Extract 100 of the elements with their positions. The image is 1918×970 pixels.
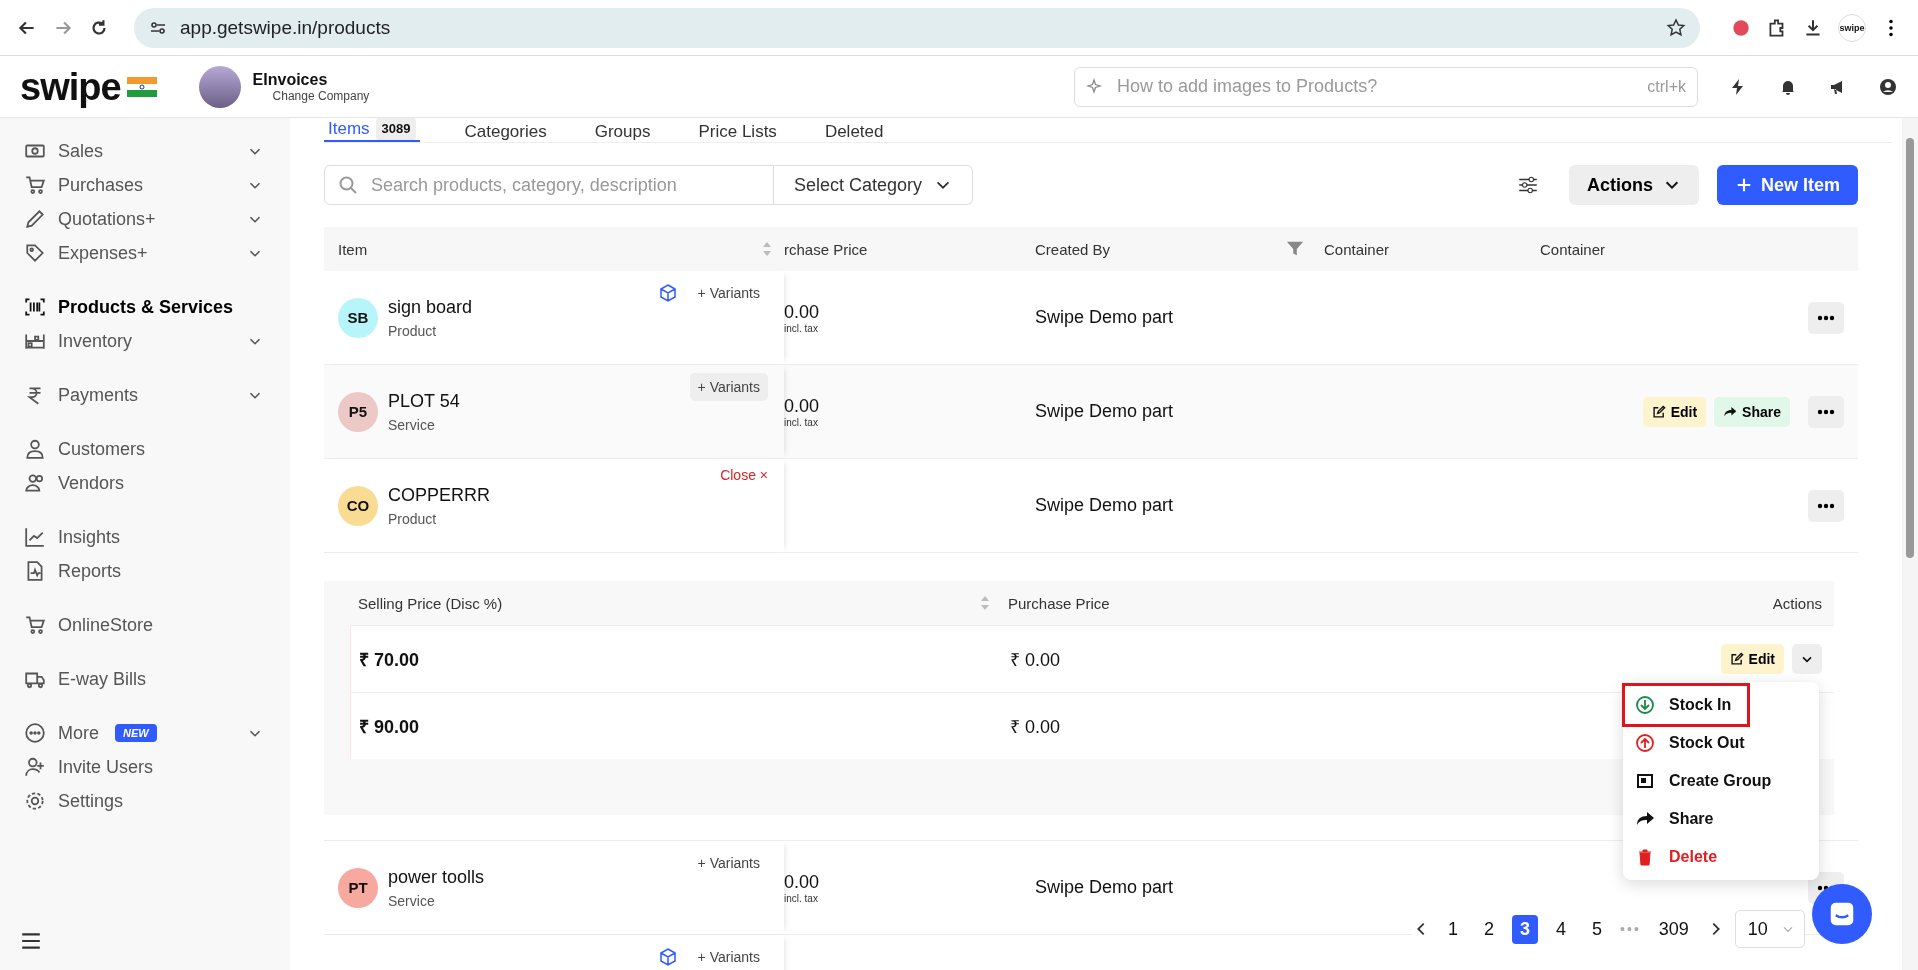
menu-item[interactable]: Stock Out xyxy=(1625,724,1817,762)
add-variants-button[interactable]: + Variants xyxy=(689,279,768,307)
sidebar-item[interactable]: Expenses+ xyxy=(24,236,290,270)
dots-icon xyxy=(24,722,46,744)
item-type: Service xyxy=(388,416,436,433)
arrow-up-circle-icon xyxy=(1635,733,1655,753)
count-badge: 3089 xyxy=(375,118,417,140)
tab[interactable]: Deleted xyxy=(820,122,888,142)
sidebar-item[interactable]: E-way Bills xyxy=(24,662,290,696)
page-size-select[interactable]: 10 xyxy=(1734,910,1805,948)
purchase-price: 0.00 xyxy=(784,871,821,893)
cube-icon[interactable] xyxy=(657,283,678,303)
menu-item[interactable]: Stock In xyxy=(1625,686,1747,724)
users-icon xyxy=(24,472,46,494)
sidebar-item[interactable]: Settings xyxy=(24,784,290,818)
pencil-icon xyxy=(24,208,46,230)
sliders-icon[interactable] xyxy=(1516,174,1539,196)
add-variants-button[interactable]: + Variants xyxy=(689,373,768,401)
cube-icon[interactable] xyxy=(657,947,678,967)
edit-icon xyxy=(1729,652,1744,666)
page-number[interactable]: 1 xyxy=(1440,914,1466,944)
page-number[interactable]: 309 xyxy=(1650,914,1697,944)
sidebar-item[interactable]: Purchases xyxy=(24,168,290,202)
column-header: Selling Price (Disc %) xyxy=(358,594,503,612)
gear-icon xyxy=(24,790,46,812)
user-icon xyxy=(24,438,46,460)
tab[interactable]: Groups xyxy=(590,122,655,142)
item-type: Service xyxy=(388,892,436,909)
initials-avatar: P5 xyxy=(338,391,378,432)
sidebar-item[interactable]: Insights xyxy=(24,520,290,554)
menu-item[interactable]: Share xyxy=(1625,800,1817,838)
add-variants-button[interactable]: + Variants xyxy=(689,943,768,970)
tab[interactable]: Items 3089 xyxy=(324,118,421,142)
more-options-button[interactable] xyxy=(1808,301,1844,334)
new-badge: NEW xyxy=(115,724,157,742)
address-bar[interactable]: app.getswipe.in/products xyxy=(134,7,1700,48)
sidebar-item[interactable]: Sales xyxy=(24,134,290,168)
item-name[interactable]: sign board xyxy=(388,296,473,318)
initials-avatar: SB xyxy=(338,297,378,338)
purchase-price: 0.00 xyxy=(784,301,821,323)
sidebar-item[interactable]: Reports xyxy=(24,554,290,588)
sidebar-item[interactable]: Customers xyxy=(24,432,290,466)
change-company-link[interactable]: Change Company xyxy=(272,88,370,103)
item-name[interactable]: PLOT 54 xyxy=(388,390,460,412)
page-number[interactable]: 4 xyxy=(1548,914,1575,944)
add-variants-button[interactable]: + Variants xyxy=(689,849,768,877)
edit-button[interactable]: Edit xyxy=(1642,396,1707,427)
column-header: Purchase Price xyxy=(1008,594,1111,612)
sidebar-item[interactable]: Inventory xyxy=(24,324,290,358)
user-icon[interactable] xyxy=(1878,76,1898,97)
sidebar-item[interactable]: Payments xyxy=(24,378,290,412)
edit-icon xyxy=(1651,404,1666,419)
item-name[interactable]: power toolls xyxy=(388,866,485,888)
sidebar-item[interactable]: OnlineStore xyxy=(24,608,290,642)
sidebar-item[interactable]: More NEW xyxy=(24,716,290,750)
close-variants-link[interactable]: Close × xyxy=(720,467,768,483)
filter-icon[interactable] xyxy=(1286,240,1304,258)
selling-price-cell-text: ₹ 70.00 xyxy=(359,649,421,671)
more-options-button[interactable] xyxy=(1808,395,1844,428)
item-name[interactable]: COPPERRR xyxy=(388,484,490,506)
created-by-cell: Swipe Demo part xyxy=(1035,877,1174,897)
page-number[interactable]: 3 xyxy=(1512,914,1539,944)
ellipsis: ••• xyxy=(1620,921,1641,937)
logo-text[interactable]: swipe xyxy=(20,67,121,106)
cart-icon xyxy=(24,174,46,196)
scrollbar-thumb[interactable] xyxy=(1906,138,1914,558)
barcode-icon xyxy=(24,296,46,318)
star-icon[interactable] xyxy=(1666,17,1686,38)
new-item-button[interactable]: New Item xyxy=(1716,165,1858,205)
sidebar-item[interactable]: Invite Users xyxy=(24,750,290,784)
menu-icon[interactable] xyxy=(20,930,42,952)
actions-button[interactable]: Actions xyxy=(1568,165,1699,205)
sidebar-item[interactable]: Quotations+ xyxy=(24,202,290,236)
purchase-price-cell-text: ₹ 0.00 xyxy=(1010,649,1062,671)
tab[interactable]: Categories xyxy=(460,122,551,142)
menu-item[interactable]: Delete xyxy=(1625,838,1817,876)
category-select[interactable]: Select Category xyxy=(774,165,974,205)
more-dots-icon xyxy=(1816,314,1836,321)
sidebar-item[interactable]: Vendors xyxy=(24,466,290,500)
sidebar-item[interactable]: Products & Services xyxy=(24,290,290,324)
tax-note: incl. tax xyxy=(784,322,819,334)
chart-icon xyxy=(24,526,46,548)
more-dots-icon xyxy=(1816,502,1836,509)
page-number[interactable]: 5 xyxy=(1584,914,1611,944)
shortcut-hint: ctrl+k xyxy=(1647,77,1686,96)
tax-note: incl. tax xyxy=(784,892,819,904)
menu-item[interactable]: Create Group xyxy=(1625,762,1817,800)
arrow-down-circle-icon xyxy=(1635,695,1655,715)
dropdown-toggle-button[interactable] xyxy=(1792,644,1822,674)
product-search-field[interactable]: Search products, category, description xyxy=(324,165,774,205)
item-type: Product xyxy=(388,322,438,339)
tab[interactable]: Price Lists xyxy=(694,122,781,142)
more-options-button[interactable] xyxy=(1808,489,1844,522)
selling-price-cell-text: ₹ 90.00 xyxy=(359,716,421,738)
page-number[interactable]: 2 xyxy=(1476,914,1503,944)
search-icon xyxy=(338,175,358,195)
initials-avatar: PT xyxy=(338,867,378,908)
share-button[interactable]: Share xyxy=(1714,396,1790,427)
edit-button[interactable]: Edit xyxy=(1720,644,1784,674)
chat-button[interactable] xyxy=(1812,884,1872,944)
